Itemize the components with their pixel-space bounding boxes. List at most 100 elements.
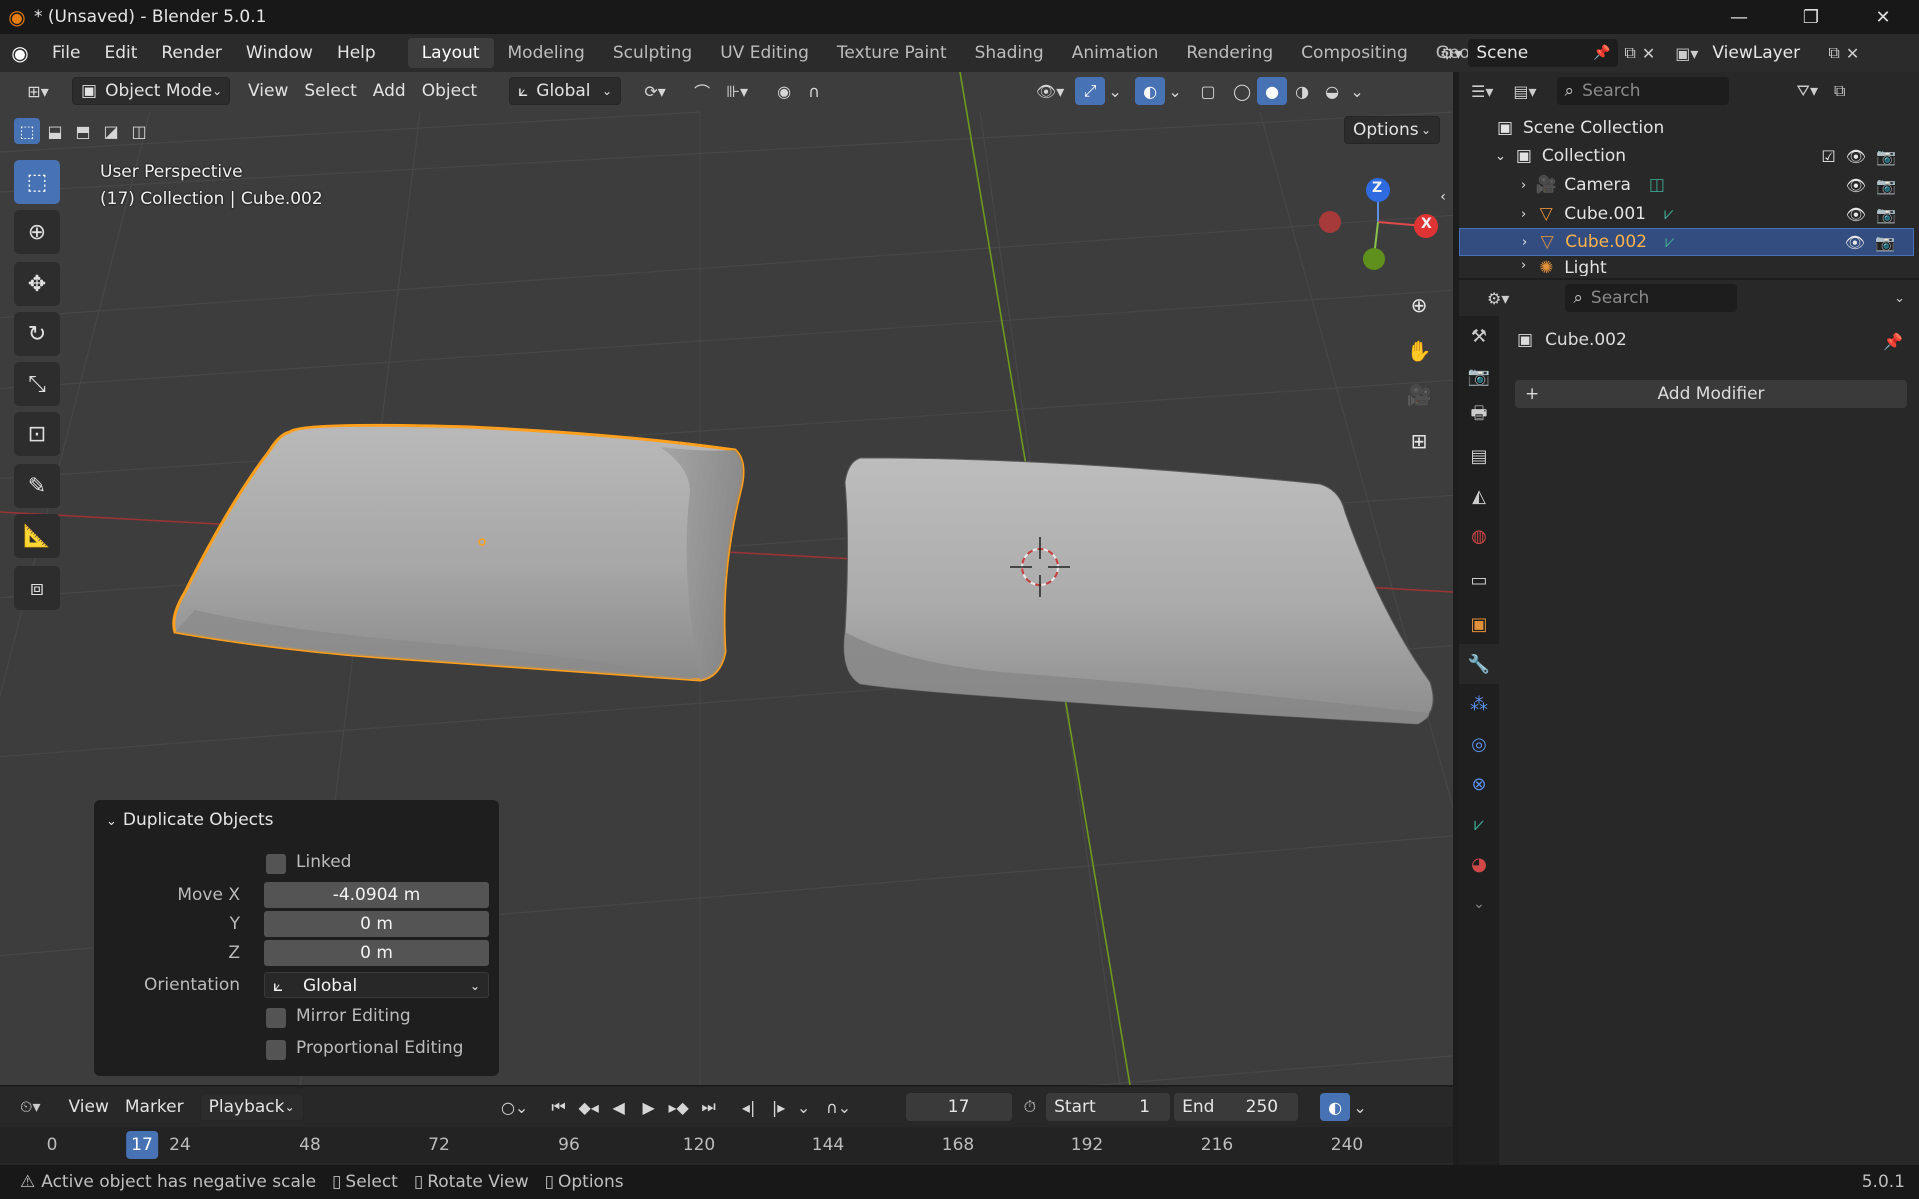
pin-icon[interactable]: 📌 bbox=[1593, 45, 1610, 61]
tab-compositing[interactable]: Compositing bbox=[1287, 38, 1422, 68]
mirror-editing-checkbox[interactable] bbox=[266, 1008, 286, 1028]
shading-dropdown-icon[interactable]: ⌄ bbox=[1347, 77, 1367, 105]
menu-select[interactable]: Select bbox=[296, 77, 364, 105]
chevron-right-icon[interactable]: › bbox=[1521, 178, 1526, 193]
playback-dropdown[interactable]: Playback ⌄ bbox=[199, 1093, 304, 1121]
preview-range-icon[interactable]: ⏱ bbox=[1024, 1097, 1036, 1117]
select-box-tool-icon[interactable]: ⬚ bbox=[14, 160, 60, 204]
menu-add[interactable]: Add bbox=[365, 77, 414, 105]
eye-icon[interactable]: 👁 bbox=[1845, 233, 1865, 252]
tab-texture-paint[interactable]: Texture Paint bbox=[823, 38, 961, 68]
object-mode-dropdown[interactable]: ▣ Object Mode ⌄ bbox=[72, 77, 230, 105]
end-frame-field[interactable]: End 250 bbox=[1174, 1093, 1299, 1121]
rendered-shading-icon[interactable]: ◒ bbox=[1317, 77, 1347, 105]
outliner-item-light[interactable]: › ✺ Light bbox=[1459, 258, 1914, 276]
xray-toggle-icon[interactable]: ▢ bbox=[1193, 77, 1223, 105]
orthographic-toggle-icon[interactable]: ⊞ bbox=[1400, 422, 1438, 460]
tab-sculpting[interactable]: Sculpting bbox=[599, 38, 706, 68]
scene-selector[interactable]: Scene 📌 bbox=[1468, 39, 1619, 67]
properties-search-input[interactable]: ⌕ Search bbox=[1565, 284, 1738, 312]
current-frame-field[interactable]: 17 bbox=[905, 1093, 1012, 1121]
snap-timeline-icon[interactable]: ∩⌄ bbox=[824, 1093, 854, 1121]
render-camera-icon[interactable]: 📷 bbox=[1876, 147, 1896, 166]
blender-menu-icon[interactable]: ◉ bbox=[0, 41, 40, 65]
current-frame-marker[interactable]: 17 bbox=[126, 1131, 158, 1159]
view-layer-selector[interactable]: ViewLayer bbox=[1704, 39, 1823, 67]
modifier-tab-icon[interactable]: 🔧 bbox=[1459, 644, 1499, 684]
redo-panel-title[interactable]: ⌄ Duplicate Objects bbox=[106, 810, 274, 830]
mesh-data-icon[interactable]: ⩗ bbox=[1664, 204, 1674, 224]
outliner-scene-collection[interactable]: ▣ Scene Collection bbox=[1459, 114, 1914, 142]
minimize-button[interactable]: — bbox=[1703, 0, 1775, 34]
tool-tab-icon[interactable]: ⚒ bbox=[1459, 316, 1499, 356]
cube-002-object[interactable] bbox=[172, 423, 745, 682]
render-camera-icon[interactable]: 📷 bbox=[1876, 176, 1896, 195]
orientation-dropdown[interactable]: ⟀ Global ⌄ bbox=[264, 972, 489, 998]
select-invert-icon[interactable]: ◪ bbox=[98, 118, 124, 144]
chevron-right-icon[interactable]: › bbox=[1521, 207, 1526, 222]
auto-keying-icon[interactable]: ○⌄ bbox=[500, 1093, 530, 1121]
menu-help[interactable]: Help bbox=[325, 43, 388, 63]
chevron-down-icon[interactable]: ⌄ bbox=[794, 1093, 814, 1121]
render-camera-icon[interactable]: 📷 bbox=[1876, 205, 1896, 224]
delete-view-layer-icon[interactable]: ✕ bbox=[1846, 44, 1859, 63]
render-tab-icon[interactable]: 📷 bbox=[1459, 356, 1499, 396]
overlay-dropdown-icon[interactable]: ⌄ bbox=[1165, 77, 1185, 105]
outliner-collection[interactable]: ⌄ ▣ Collection ☑ 👁 📷 bbox=[1459, 142, 1914, 170]
camera-data-icon[interactable]: ◫ bbox=[1649, 175, 1665, 195]
select-intersect-icon[interactable]: ◫ bbox=[126, 118, 152, 144]
add-modifier-button[interactable]: + Add Modifier bbox=[1515, 380, 1907, 408]
proportional-falloff-icon[interactable]: ∩ bbox=[799, 77, 829, 105]
menu-view[interactable]: View bbox=[240, 77, 296, 105]
select-subtract-icon[interactable]: ⬒ bbox=[70, 118, 96, 144]
sidebar-toggle-icon[interactable]: ‹ bbox=[1436, 178, 1450, 216]
filter-icon[interactable]: ⛛▾ bbox=[1797, 81, 1818, 101]
cursor-tool-icon[interactable]: ⊕ bbox=[14, 210, 60, 254]
add-cube-tool-icon[interactable]: ⧈ bbox=[14, 566, 60, 610]
particles-tab-icon[interactable]: ⁂ bbox=[1459, 684, 1499, 724]
transform-tool-icon[interactable]: ⊡ bbox=[14, 412, 60, 456]
cube-001-object[interactable] bbox=[843, 457, 1434, 725]
chevron-right-icon[interactable]: › bbox=[1522, 235, 1527, 250]
material-tab-icon[interactable]: ◕ bbox=[1459, 844, 1499, 884]
eye-icon[interactable]: 👁 bbox=[1846, 176, 1866, 195]
annotate-tool-icon[interactable]: ✎ bbox=[14, 464, 60, 508]
editor-type-icon[interactable]: ⊞▾ bbox=[18, 77, 58, 105]
view-layer-icon[interactable]: ▣▾ bbox=[1675, 44, 1698, 63]
start-frame-field[interactable]: Start 1 bbox=[1046, 1093, 1171, 1121]
jump-start-icon[interactable]: ⏮ bbox=[544, 1093, 574, 1121]
transform-orientation-dropdown[interactable]: ⟀ Global ⌄ bbox=[509, 77, 622, 105]
tab-modeling[interactable]: Modeling bbox=[494, 38, 599, 68]
move-z-field[interactable]: 0 m bbox=[264, 940, 489, 966]
move-tool-icon[interactable]: ✥ bbox=[14, 262, 60, 306]
outliner-editor-type-icon[interactable]: ☰▾ bbox=[1471, 82, 1493, 101]
prev-frame-icon[interactable]: ◂| bbox=[734, 1093, 764, 1121]
pivot-point-icon[interactable]: ⟳▾ bbox=[635, 77, 675, 105]
timeline-menu-view[interactable]: View bbox=[61, 1093, 117, 1121]
zoom-icon[interactable]: ⊕ bbox=[1400, 286, 1438, 324]
tab-animation[interactable]: Animation bbox=[1058, 38, 1173, 68]
constraints-tab-icon[interactable]: ⊗ bbox=[1459, 764, 1499, 804]
proportional-editing-icon[interactable]: ◉ bbox=[769, 77, 799, 105]
linked-checkbox[interactable] bbox=[266, 854, 286, 874]
timeline-editor-type-icon[interactable]: ⏲▾ bbox=[20, 1097, 41, 1117]
next-keyframe-icon[interactable]: ▸◆ bbox=[664, 1093, 694, 1121]
tab-shading[interactable]: Shading bbox=[961, 38, 1058, 68]
close-button[interactable]: ✕ bbox=[1847, 0, 1919, 34]
menu-object[interactable]: Object bbox=[414, 77, 485, 105]
data-tab-icon[interactable]: ⩗ bbox=[1459, 804, 1499, 844]
eye-icon[interactable]: 👁 bbox=[1846, 205, 1866, 224]
world-tab-icon[interactable]: ◍ bbox=[1459, 516, 1499, 556]
pin-icon[interactable]: 📌 bbox=[1883, 332, 1903, 351]
scale-tool-icon[interactable]: ⤡ bbox=[14, 362, 60, 406]
proportional-editing-checkbox[interactable] bbox=[266, 1040, 286, 1060]
tab-rendering[interactable]: Rendering bbox=[1172, 38, 1287, 68]
exclude-checkbox-icon[interactable]: ☑ bbox=[1821, 147, 1835, 166]
move-x-field[interactable]: -4.0904 m bbox=[264, 882, 489, 908]
menu-edit[interactable]: Edit bbox=[92, 43, 149, 63]
view-layer-tab-icon[interactable]: ▤ bbox=[1459, 436, 1499, 476]
move-y-field[interactable]: 0 m bbox=[264, 911, 489, 937]
snap-target-icon[interactable]: ⊪▾ bbox=[717, 77, 757, 105]
mesh-data-icon[interactable]: ⩗ bbox=[1665, 232, 1675, 252]
chevron-down-icon[interactable]: ⌄ bbox=[1894, 291, 1905, 306]
